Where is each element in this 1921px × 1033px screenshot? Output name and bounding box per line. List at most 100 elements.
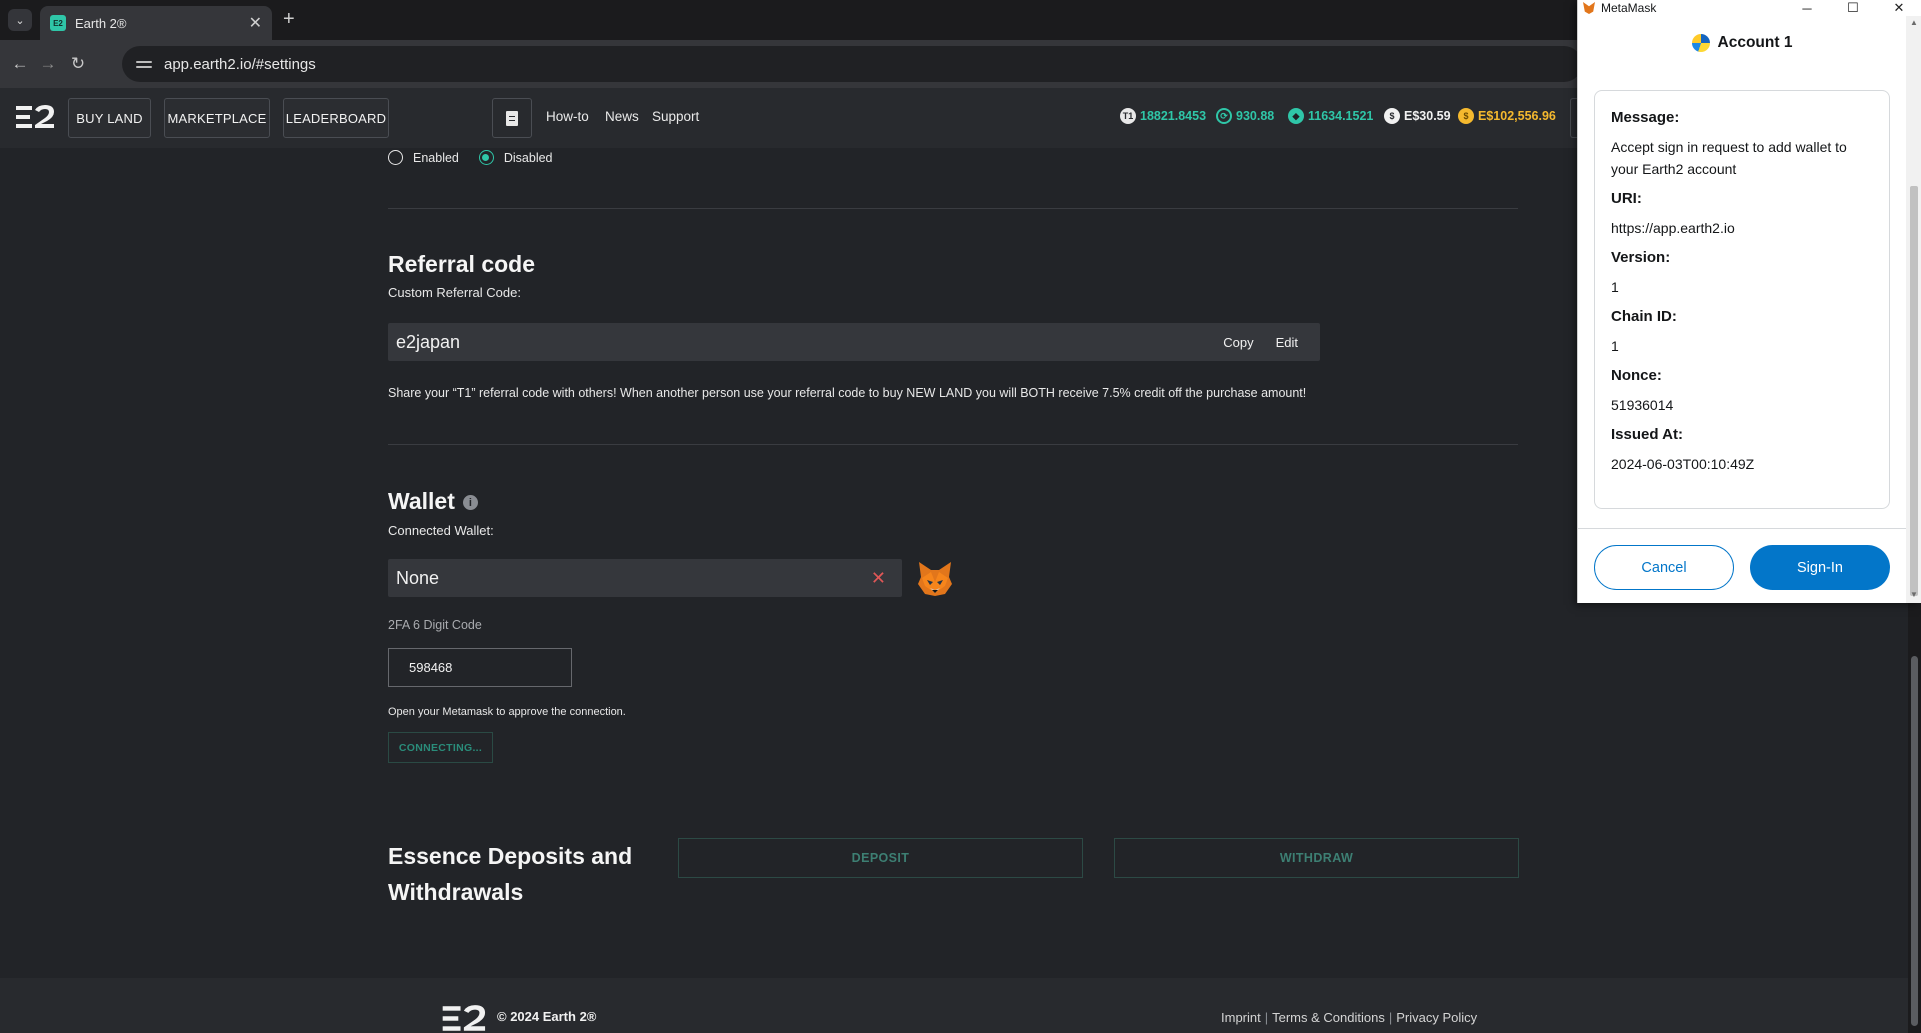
field-value: https://app.earth2.io [1611,220,1735,236]
metamask-scrollbar[interactable]: ▲ ▼ [1906,16,1921,603]
metamask-note: Open your Metamask to approve the connec… [388,706,626,718]
metamask-account: Account 1 [1578,34,1906,52]
balance-ether[interactable]: ◆ 11634.1521 [1288,108,1373,124]
account-avatar [1691,34,1710,52]
balance-value: 11634.1521 [1308,109,1374,123]
info-icon[interactable]: i [462,495,478,511]
balance-dollar[interactable]: $ E$30.59 [1384,108,1451,124]
browser-tabstrip: ⌄ E2 Earth 2® ✕ + [0,0,1580,40]
radio-disabled-label[interactable]: Disabled [504,151,553,165]
copy-button[interactable]: Copy [1223,335,1253,350]
close-icon[interactable]: ✕ [1876,0,1921,16]
site-info-icon[interactable] [136,56,152,72]
clipped-heading [1728,13,1808,17]
tab-search-button[interactable]: ⌄ [8,9,32,31]
sign-in-button[interactable]: Sign-In [1750,545,1890,590]
toggle-radio-group: Enabled Disabled [388,150,553,165]
document-icon [506,110,518,126]
wallet-label: Connected Wallet: [388,523,494,538]
nav-link-how-to[interactable]: How-to [546,109,589,124]
balance-value: 930.88 [1236,109,1275,123]
forward-button[interactable]: → [36,52,60,76]
metamask-fox-icon[interactable] [918,560,952,596]
referral-code-field[interactable]: e2japan Copy Edit [388,323,1320,361]
earth2-logo[interactable] [16,104,56,130]
scroll-down-icon[interactable]: ▼ [1910,590,1918,599]
metamask-divider [1578,528,1906,529]
account-name: Account 1 [1717,34,1793,51]
wallet-title-text: Wallet [388,488,455,514]
field-key: URI: [1611,190,1642,207]
address-bar[interactable]: app.earth2.io/#settings [122,46,1582,82]
buy-land-button[interactable]: BUY LAND [68,98,151,138]
balance-essence[interactable]: ⟳ 930.88 [1216,108,1274,124]
edit-button[interactable]: Edit [1276,335,1298,350]
nav-link-support[interactable]: Support [652,109,699,124]
referral-note: Share your “T1” referral code with other… [388,386,1307,400]
connected-wallet-field: None ✕ [388,559,902,597]
chevron-down-icon: ⌄ [15,14,25,27]
field-value: 2024-06-03T00:10:49Z [1611,456,1755,472]
earth2-footer-logo [442,1005,486,1031]
scrollbar-thumb[interactable] [1911,656,1918,1026]
gold-coin-icon: $ [1458,108,1474,124]
twofa-label: 2FA 6 Digit Code [388,618,482,632]
marketplace-button[interactable]: MARKETPLACE [164,98,270,138]
browser-toolbar: ← → ↻ app.earth2.io/#settings [0,40,1582,88]
scroll-up-icon[interactable]: ▲ [1910,18,1918,27]
app-header: BUY LAND MARKETPLACE LEADERBOARD How-to … [0,88,1600,148]
radio-enabled[interactable] [388,150,403,165]
connecting-button[interactable]: CONNECTING... [388,732,493,763]
field-key: Message: [1611,109,1680,126]
close-icon[interactable]: ✕ [871,568,886,589]
deposit-button[interactable]: DEPOSIT [678,838,1083,878]
referral-label: Custom Referral Code: [388,285,521,300]
dollar-icon: $ [1384,108,1400,124]
referral-code-value: e2japan [396,331,461,352]
wallet-value: None [396,567,440,588]
earth2-favicon-icon: E2 [50,15,66,31]
maximize-icon[interactable]: ☐ [1830,0,1876,16]
field-value: Accept sign in request to add wallet to … [1611,139,1847,177]
radio-disabled[interactable] [478,150,494,165]
radio-enabled-label[interactable]: Enabled [413,151,459,165]
essence-title: Essence Deposits and Withdrawals [388,843,633,905]
field-value: 1 [1611,338,1619,354]
signature-details: Message: Accept sign in request to add w… [1594,90,1890,509]
cancel-button[interactable]: Cancel [1594,545,1734,590]
privacy-link[interactable]: Privacy Policy [1396,1010,1477,1025]
field-value: 51936014 [1611,397,1674,413]
section-divider [388,444,1518,445]
wallet-title: Wallet i [388,488,478,515]
withdraw-button[interactable]: WITHDRAW [1114,838,1519,878]
document-button[interactable] [492,98,532,138]
back-button[interactable]: ← [8,52,32,76]
referral-title: Referral code [388,251,536,277]
metamask-fox-icon [1583,2,1595,14]
nav-link-news[interactable]: News [605,109,639,124]
ether-icon: ◆ [1288,108,1304,124]
field-key: Chain ID: [1611,308,1677,325]
leaderboard-button[interactable]: LEADERBOARD [283,98,389,138]
new-tab-button[interactable]: + [283,8,295,31]
balance-gold[interactable]: $ E$102,556.96 [1458,108,1556,124]
close-tab-icon[interactable]: ✕ [249,13,262,33]
twofa-code-input[interactable] [388,648,572,687]
tile-icon: T1 [1120,108,1136,124]
url-text[interactable]: app.earth2.io/#settings [164,56,316,73]
balance-value: 18821.8453 [1140,109,1207,123]
essence-cycle-icon: ⟳ [1216,108,1232,124]
reload-button[interactable]: ↻ [66,52,90,76]
terms-link[interactable]: Terms & Conditions [1272,1010,1385,1025]
imprint-link[interactable]: Imprint [1221,1010,1261,1025]
scrollbar-thumb[interactable] [1910,186,1918,596]
metamask-window: MetaMask ─ ☐ ✕ Account 1 Message: Accept… [1577,0,1921,603]
field-key: Version: [1611,249,1671,266]
field-key: Issued At: [1611,426,1683,443]
tab-title: Earth 2® [75,15,127,31]
section-divider [388,208,1518,209]
field-key: Nonce: [1611,367,1662,384]
browser-tab[interactable]: E2 Earth 2® ✕ [40,6,272,40]
balance-tiles[interactable]: T1 18821.8453 [1120,108,1206,124]
balance-value: E$102,556.96 [1478,109,1556,123]
